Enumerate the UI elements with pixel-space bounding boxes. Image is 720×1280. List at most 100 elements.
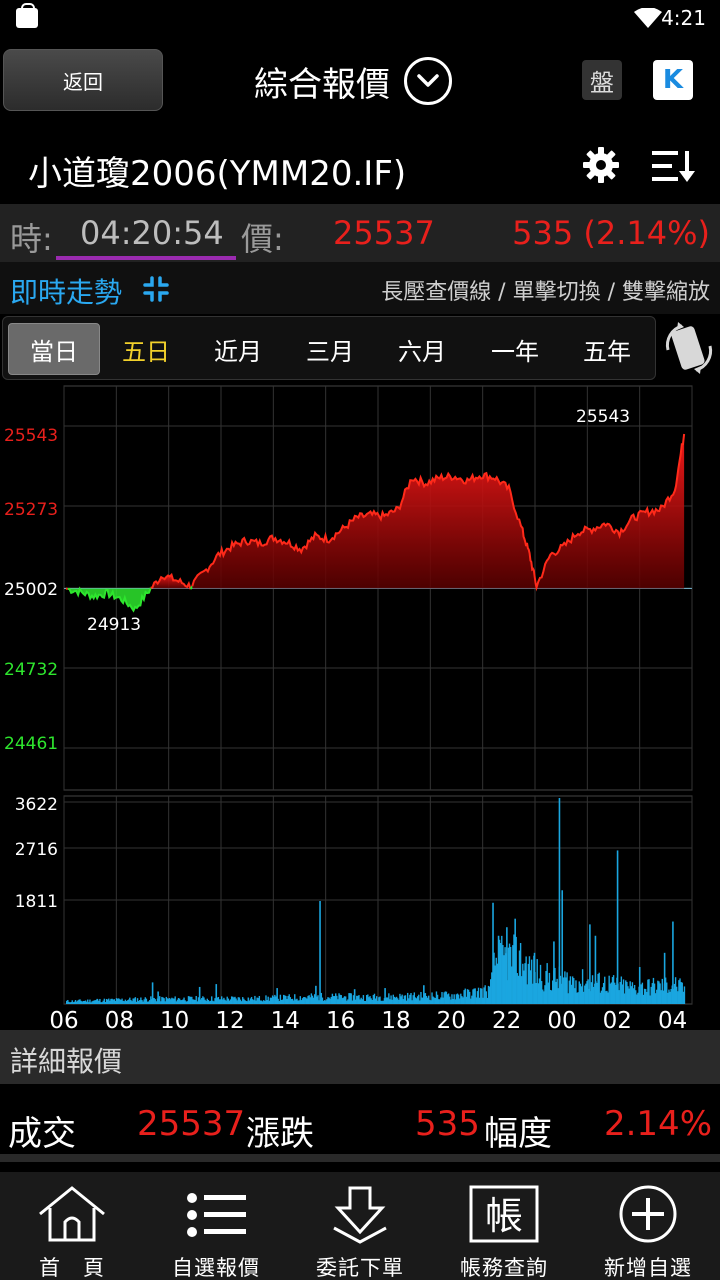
volume-bar <box>683 986 686 1004</box>
price-tick-label: 25543 <box>4 426 58 446</box>
tab-today[interactable]: 當日 <box>8 323 100 375</box>
volume-bar <box>663 952 666 1004</box>
board-button[interactable]: 盤 <box>582 60 622 100</box>
trade-value: 25537 <box>137 1104 246 1144</box>
trend-bar: 即時走勢 長壓查價線 / 單擊切換 / 雙擊縮放 <box>0 262 720 314</box>
range-value: 2.14% <box>603 1104 712 1144</box>
volume-bar <box>594 935 597 1004</box>
range-label: 幅度 <box>484 1114 552 1154</box>
collapse-icon[interactable] <box>142 275 170 303</box>
x-tick-label: 04 <box>658 1008 687 1032</box>
tab-month[interactable]: 近月 <box>193 323 283 375</box>
nav-label: 首 頁 <box>39 1256 105 1280</box>
tab-six-month[interactable]: 六月 <box>377 323 467 375</box>
x-tick-label: 02 <box>603 1008 632 1032</box>
x-tick-label: 20 <box>437 1008 466 1032</box>
detail-title: 詳細報價 <box>10 1045 123 1078</box>
detail-header: 詳細報價 <box>0 1030 720 1084</box>
tab-one-year[interactable]: 一年 <box>469 323 561 375</box>
volume-bar <box>151 982 154 1004</box>
volume-bar <box>384 988 386 1004</box>
low-label: 24913 <box>87 615 141 635</box>
tab-five-year[interactable]: 五年 <box>561 323 653 375</box>
x-tick-label: 08 <box>105 1008 134 1032</box>
add-icon <box>619 1185 677 1243</box>
clock: 4:21 <box>661 6 706 30</box>
nav-account[interactable]: 帳 帳務查詢 <box>432 1172 576 1280</box>
home-icon <box>39 1186 105 1242</box>
page-title: 綜合報價 <box>254 64 390 105</box>
title-selector[interactable]: 綜合報價 <box>254 56 452 106</box>
volume-bar <box>533 952 536 1004</box>
volume-bar <box>558 798 561 1004</box>
volume-bar <box>514 918 516 1004</box>
trend-hint: 長壓查價線 / 單擊切換 / 雙擊縮放 <box>381 280 710 305</box>
volume-bar <box>319 901 321 1004</box>
sort-icon[interactable] <box>650 148 696 184</box>
chart-area[interactable]: 25543 25273 25002 24732 24461 25543 24913 3622… <box>0 382 720 1034</box>
time-underline <box>56 256 236 260</box>
kline-button[interactable]: K <box>653 60 693 100</box>
x-tick-label: 10 <box>160 1008 189 1032</box>
quote-time: 04:20:54 <box>80 214 224 252</box>
nav-label: 自選報價 <box>172 1256 260 1280</box>
volume-tick-label: 2716 <box>15 840 58 860</box>
volume-bar <box>561 890 564 1004</box>
gear-icon[interactable] <box>582 146 620 184</box>
price-tick-label: 25273 <box>4 500 58 520</box>
volume-bar <box>672 921 674 1004</box>
volume-bar <box>353 989 356 1004</box>
wifi-icon <box>634 8 662 28</box>
nav-label: 帳務查詢 <box>460 1256 548 1280</box>
shopping-bag-icon <box>16 3 38 28</box>
volume-bar <box>96 998 99 1004</box>
tab-five-day[interactable]: 五日 <box>101 323 191 375</box>
price-area-up <box>192 434 685 589</box>
list-icon <box>187 1193 246 1237</box>
volume-bar <box>315 985 317 1004</box>
svg-text:帳: 帳 <box>485 1194 523 1238</box>
rotate-screen-icon[interactable] <box>662 320 716 376</box>
x-tick-label: 06 <box>49 1008 78 1032</box>
detail-row: 成交 25537 漲跌 535 幅度 2.14% <box>0 1084 720 1162</box>
bottom-nav: 首 頁 自選報價 委託下單 帳 帳務查詢 新增自選 <box>0 1172 720 1280</box>
price-tick-label: 24461 <box>4 734 58 754</box>
volume-bar <box>638 967 641 1004</box>
chevron-down-icon[interactable] <box>404 57 452 105</box>
tab-three-month[interactable]: 三月 <box>285 323 375 375</box>
period-tabs: 當日 五日 近月 三月 六月 一年 五年 <box>2 316 656 380</box>
back-button[interactable]: 返回 <box>3 49 163 111</box>
nav-label: 新增自選 <box>604 1256 692 1280</box>
price-line-up <box>65 587 69 590</box>
volume-bar <box>497 935 500 1004</box>
price-tick-label: 25002 <box>4 580 58 600</box>
volume-bar <box>589 924 591 1004</box>
volume-bar <box>276 988 278 1004</box>
change-label: 漲跌 <box>246 1114 314 1154</box>
status-bar: 4:21 <box>0 0 720 36</box>
trend-title: 即時走勢 <box>10 276 123 309</box>
quote-change: 535 (2.14%) <box>512 214 710 252</box>
stock-name: 小道瓊2006(YMM20.IF) <box>28 154 407 194</box>
volume-bar <box>157 991 159 1004</box>
nav-order[interactable]: 委託下單 <box>288 1172 432 1280</box>
quote-price: 25537 <box>333 214 435 252</box>
account-icon: 帳 <box>469 1185 539 1243</box>
nav-label: 委託下單 <box>316 1256 404 1280</box>
x-tick-label: 22 <box>492 1008 521 1032</box>
nav-watchlist[interactable]: 自選報價 <box>144 1172 288 1280</box>
volume-bar <box>553 941 555 1004</box>
volume-bar <box>616 850 619 1004</box>
nav-home[interactable]: 首 頁 <box>0 1172 144 1280</box>
price-label: 價: <box>241 220 284 258</box>
x-tick-label: 12 <box>215 1008 244 1032</box>
trade-label: 成交 <box>8 1114 76 1154</box>
time-label: 時: <box>10 220 53 258</box>
header: 返回 綜合報價 盤 K <box>0 36 720 128</box>
high-label: 25543 <box>576 407 630 427</box>
volume-bar <box>506 927 508 1004</box>
order-icon <box>333 1186 387 1244</box>
intraday-chart[interactable]: 25543 25273 25002 24732 24461 25543 24913 3622… <box>0 382 720 1034</box>
volume-tick-label: 3622 <box>15 795 58 815</box>
nav-add-watch[interactable]: 新增自選 <box>576 1172 720 1280</box>
